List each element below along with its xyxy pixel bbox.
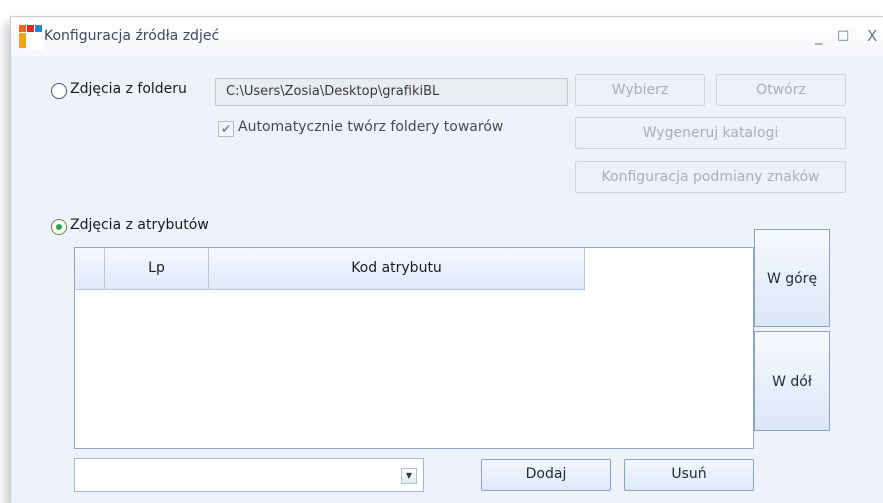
attribute-radio[interactable] bbox=[51, 219, 67, 235]
folder-radio-label[interactable]: Zdjęcia z folderu bbox=[70, 81, 187, 97]
move-up-button[interactable]: W górę bbox=[754, 229, 830, 327]
radio-selected-dot bbox=[56, 224, 62, 230]
folder-radio[interactable] bbox=[51, 83, 67, 99]
window-title: Konfiguracja źródła zdjeć bbox=[44, 28, 220, 44]
grid-column-header-indicator[interactable] bbox=[75, 248, 105, 290]
check-icon: ✔ bbox=[220, 122, 232, 136]
minimize-button[interactable]: _ bbox=[815, 27, 823, 45]
folder-path-field[interactable]: C:\Users\Zosia\Desktop\grafikiBL bbox=[215, 78, 568, 106]
generate-catalogs-button[interactable]: Wygeneruj katalogi bbox=[575, 117, 846, 149]
attribute-grid[interactable]: Lp Kod atrybutu bbox=[74, 247, 754, 449]
open-button[interactable]: Otwórz bbox=[716, 74, 846, 106]
grid-column-header-attribute-code[interactable]: Kod atrybutu bbox=[209, 248, 585, 290]
config-window: Konfiguracja źródła zdjeć _ □ X Zdjęcia … bbox=[10, 16, 883, 503]
maximize-button[interactable]: □ bbox=[837, 28, 849, 43]
choose-button[interactable]: Wybierz bbox=[575, 74, 705, 106]
close-button[interactable]: X bbox=[867, 27, 877, 45]
dropdown-arrow-icon[interactable]: ▼ bbox=[401, 468, 417, 484]
add-button[interactable]: Dodaj bbox=[481, 459, 611, 491]
attribute-radio-label[interactable]: Zdjęcia z atrybutów bbox=[70, 217, 209, 233]
move-down-button[interactable]: W dół bbox=[754, 331, 830, 431]
attribute-combo[interactable]: ▼ bbox=[74, 458, 424, 492]
auto-create-label: Automatycznie twórz foldery towarów bbox=[238, 119, 504, 135]
auto-create-checkbox[interactable]: ✔ bbox=[218, 121, 234, 137]
title-bar: Konfiguracja źródła zdjeć _ □ X bbox=[11, 17, 883, 57]
char-replace-config-button[interactable]: Konfiguracja podmiany znaków bbox=[575, 161, 846, 193]
app-logo-icon bbox=[19, 25, 44, 50]
remove-button[interactable]: Usuń bbox=[624, 459, 754, 491]
dialog-body: Zdjęcia z folderu C:\Users\Zosia\Desktop… bbox=[11, 57, 883, 503]
grid-column-header-lp[interactable]: Lp bbox=[105, 248, 209, 290]
